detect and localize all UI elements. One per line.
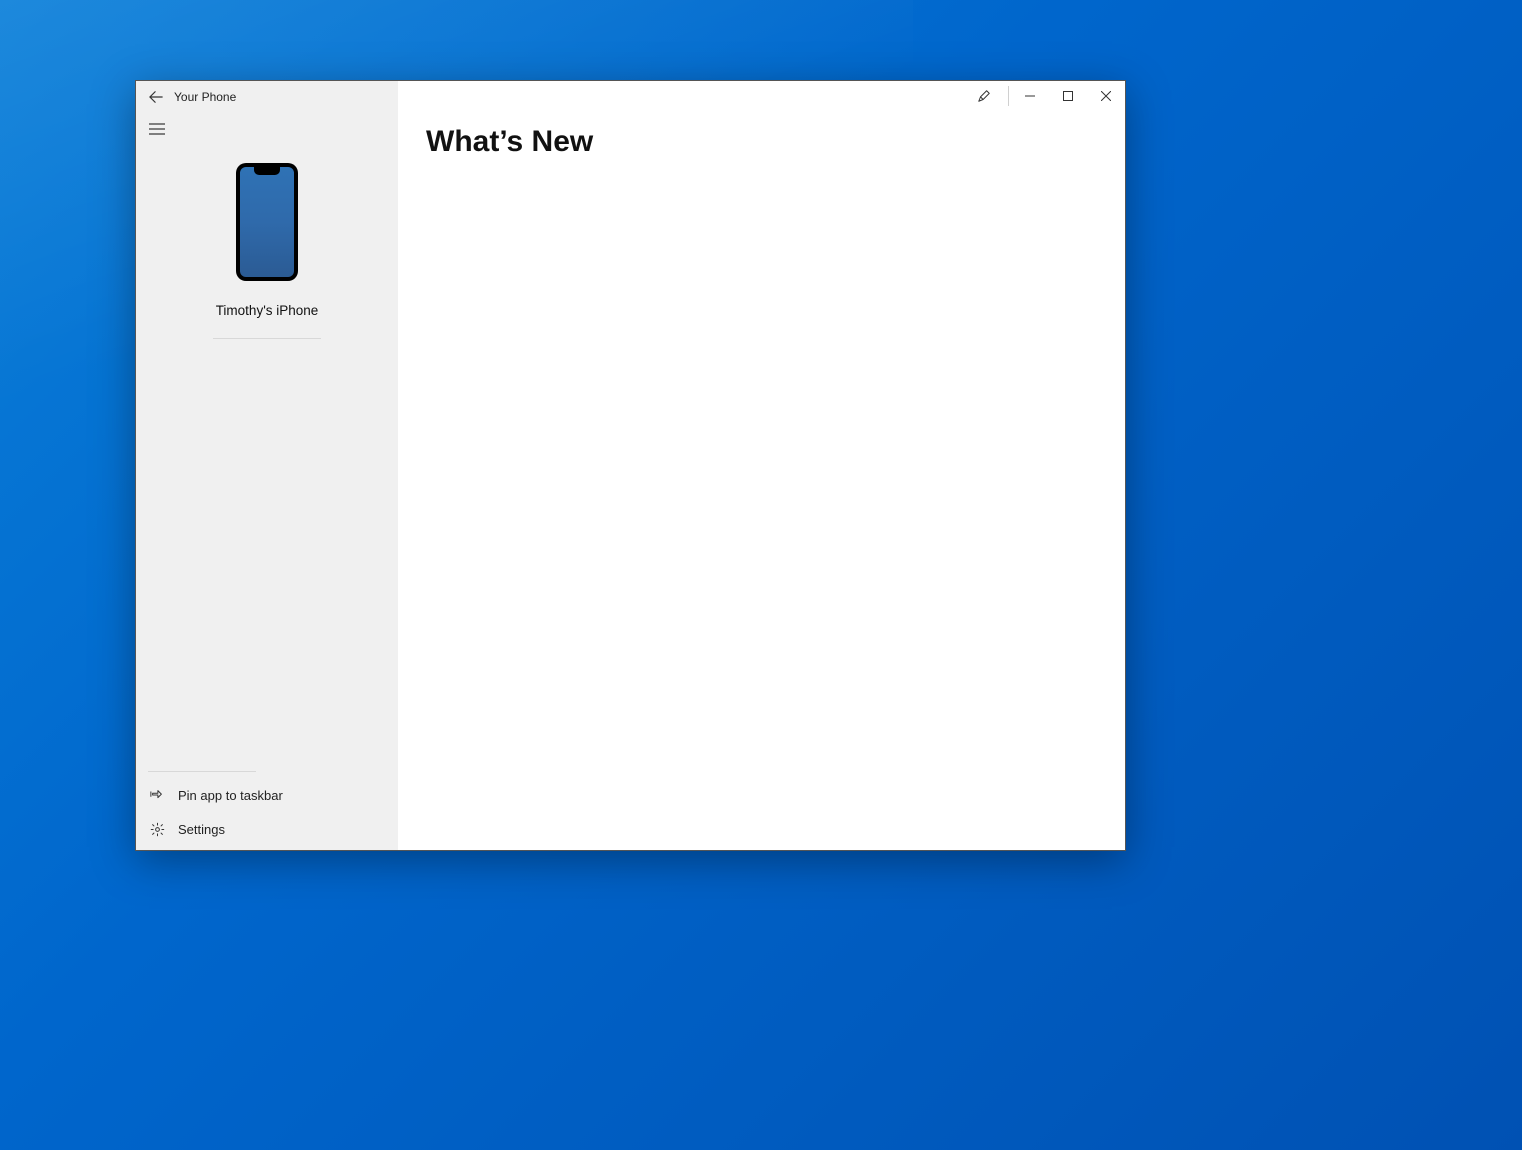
your-phone-window: Your Phone Timothy's iPhone <box>135 80 1126 851</box>
back-arrow-icon <box>149 90 163 104</box>
app-title: Your Phone <box>174 90 236 104</box>
page-title: What’s New <box>426 125 593 159</box>
hamburger-icon <box>149 123 165 135</box>
divider <box>1008 86 1009 106</box>
phone-screen <box>240 167 294 277</box>
divider <box>148 771 256 772</box>
maximize-icon <box>1063 91 1073 101</box>
sidebar: Your Phone Timothy's iPhone <box>136 81 398 850</box>
close-icon <box>1101 91 1111 101</box>
pen-icon <box>977 89 991 103</box>
device-block: Timothy's iPhone <box>136 145 398 339</box>
gear-icon <box>148 822 166 837</box>
titlebar-right <box>962 81 1125 111</box>
main-content: What’s New <box>398 81 1125 850</box>
settings-label: Settings <box>178 822 225 837</box>
sidebar-bottom: Pin app to taskbar Settings <box>136 771 398 850</box>
pin-icon <box>148 788 166 802</box>
close-button[interactable] <box>1087 81 1125 111</box>
minimize-icon <box>1025 91 1035 101</box>
back-button[interactable] <box>144 85 168 109</box>
device-name-label: Timothy's iPhone <box>136 303 398 318</box>
titlebar-left: Your Phone <box>136 81 398 113</box>
hamburger-menu-button[interactable] <box>136 113 178 145</box>
pin-app-label: Pin app to taskbar <box>178 788 283 803</box>
divider <box>213 338 321 339</box>
maximize-button[interactable] <box>1049 81 1087 111</box>
minimize-button[interactable] <box>1011 81 1049 111</box>
settings-button[interactable]: Settings <box>136 812 398 846</box>
edit-button[interactable] <box>962 81 1006 111</box>
phone-notch <box>254 167 280 175</box>
desktop-background: Your Phone Timothy's iPhone <box>0 0 1522 1150</box>
pin-app-button[interactable]: Pin app to taskbar <box>136 778 398 812</box>
phone-image <box>236 163 298 281</box>
